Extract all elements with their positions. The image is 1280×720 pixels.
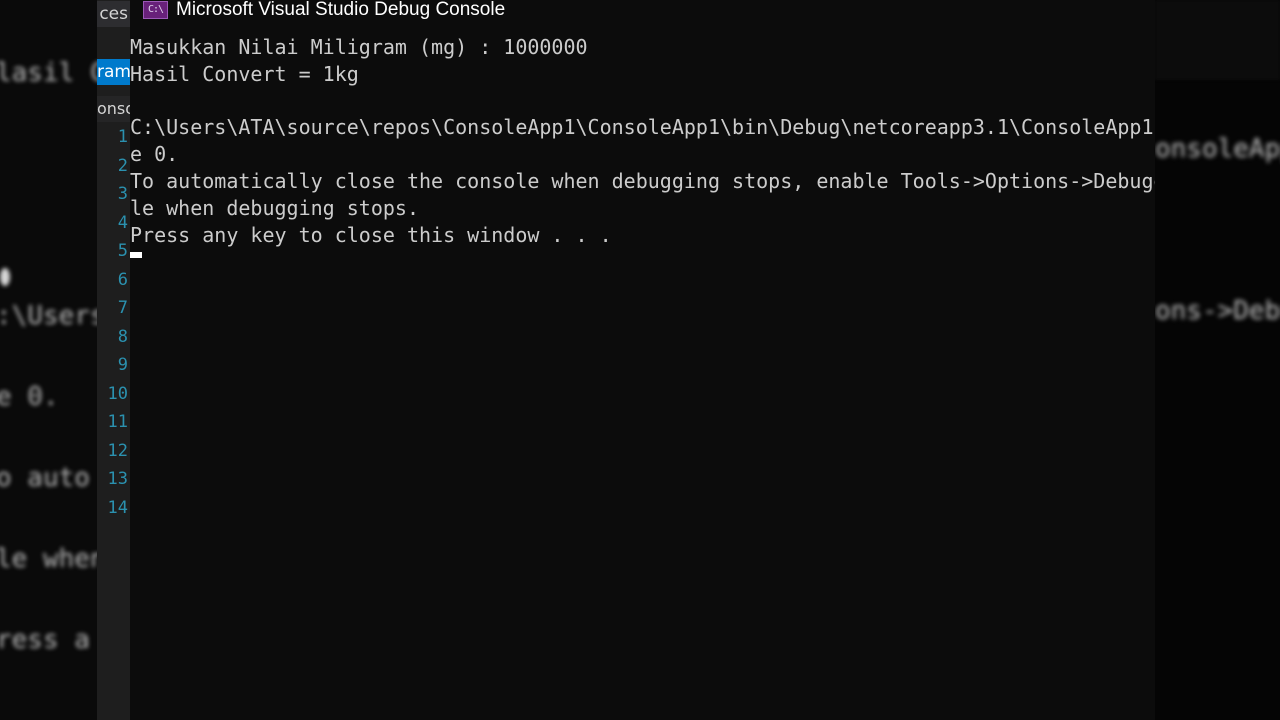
line-number: 6 [117, 269, 128, 290]
bg-left-line: le when [0, 544, 100, 574]
line-number: 9 [117, 355, 128, 375]
window-title: Microsoft Visual Studio Debug Console [176, 0, 506, 20]
debug-console-window[interactable]: C:\ Microsoft Visual Studio Debug Consol… [130, 0, 1155, 720]
mouse-pointer-icon [0, 268, 10, 286]
bg-left-line: e 0. [0, 382, 59, 412]
line-number: 14 [107, 497, 128, 518]
bg-left-line: lasil C [0, 58, 100, 88]
line-number: 4 [117, 212, 128, 233]
line-number: 3 [117, 184, 128, 204]
editor-tab[interactable]: ces [97, 1, 130, 27]
bg-left-line: :\Users [0, 301, 100, 331]
background-terminal-left-text: lasil C :\Users e 0. o auto le when ress… [0, 6, 100, 708]
bg-left-line [0, 222, 100, 249]
bg-left-line [0, 141, 100, 168]
visual-studio-console-icon: C:\ [143, 1, 168, 19]
bg-left-line: o auto [0, 463, 90, 493]
line-number: 5 [117, 241, 128, 261]
console-line: e 0. [130, 142, 179, 167]
console-line: le when debugging stops. [130, 195, 419, 220]
text-cursor [130, 252, 142, 259]
title-bar[interactable]: C:\ Microsoft Visual Studio Debug Consol… [130, 0, 1155, 26]
line-number: 1 [117, 127, 128, 147]
line-number: 7 [117, 298, 128, 318]
line-number: 13 [107, 469, 128, 489]
background-terminal-left: lasil C :\Users e 0. o auto le when ress… [0, 0, 100, 720]
editor-strip: ces ram onso 1 2 3 4 5 6 7 8 9 10 11 12 … [97, 0, 130, 720]
line-number: 10 [107, 383, 128, 404]
console-line: Masukkan Nilai Miligram (mg) : 1000000 [130, 35, 588, 59]
editor-tab-active[interactable]: ram [97, 59, 130, 85]
line-number: 8 [117, 326, 128, 347]
bg-right-line: onsoleApp [1155, 134, 1280, 164]
console-line: C:\Users\ATA\source\repos\ConsoleApp1\Co… [130, 115, 1155, 140]
bg-left-line: ress a [0, 625, 90, 655]
console-line: To automatically close the console when … [130, 168, 1155, 193]
screen: lasil C :\Users e 0. o auto le when ress… [0, 0, 1280, 720]
background-terminal-right: onsoleApp ons->Debu [1155, 0, 1280, 720]
console-line: Press any key to close this window . . . [130, 222, 612, 247]
background-terminal-right-header [1155, 0, 1280, 80]
line-number: 2 [117, 155, 128, 176]
bg-right-line [1155, 217, 1280, 244]
bg-right-line: ons->Debu [1155, 296, 1280, 326]
line-number: 11 [107, 412, 128, 432]
line-number-gutter: 1 2 3 4 5 6 7 8 9 10 11 12 13 14 [97, 123, 130, 522]
line-number: 12 [107, 440, 128, 461]
background-terminal-right-text: onsoleApp ons->Debu [1155, 82, 1280, 379]
editor-tab[interactable]: onso [97, 96, 130, 122]
console-output[interactable]: Masukkan Nilai Miligram (mg) : 1000000 H… [130, 34, 1155, 714]
console-line: Hasil Convert = 1kg [130, 61, 359, 86]
